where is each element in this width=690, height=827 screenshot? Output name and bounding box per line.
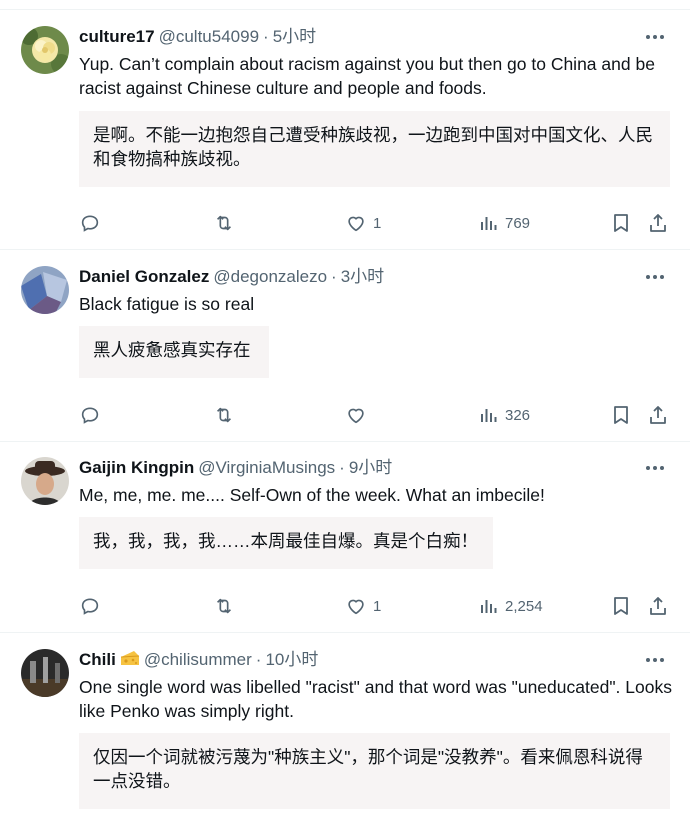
tweet-header: Chili @chilisummer · 10小时 — [79, 649, 630, 671]
display-name[interactable]: Daniel Gonzalez — [79, 267, 209, 286]
like-count: 1 — [373, 597, 382, 615]
views-count: 326 — [505, 406, 531, 424]
translation-box: 我，我，我，我……本周最佳自爆。真是个白痴！ — [79, 517, 493, 569]
like-button[interactable]: 1 — [345, 211, 381, 235]
views-count: 2,254 — [505, 597, 543, 615]
retweet-button[interactable] — [212, 594, 236, 618]
avatar[interactable] — [21, 649, 69, 697]
like-button[interactable] — [345, 403, 373, 427]
separator-dot: · — [331, 267, 337, 286]
retweet-icon — [216, 598, 232, 614]
reply-button[interactable] — [79, 594, 101, 618]
user-handle[interactable]: @cultu54099 — [159, 27, 259, 46]
separator-dot: · — [339, 458, 345, 477]
timestamp[interactable]: 10小时 — [265, 650, 318, 669]
user-handle[interactable]: @VirginiaMusings — [198, 458, 335, 477]
views-button[interactable]: 326 — [479, 403, 530, 427]
share-button[interactable] — [647, 211, 669, 235]
bookmark-icon — [614, 214, 628, 232]
views-button[interactable]: 2,254 — [479, 594, 543, 618]
tweet-actions: 326 — [0, 403, 690, 427]
more-icon[interactable] — [644, 26, 666, 48]
divider — [0, 249, 690, 250]
more-icon[interactable] — [644, 457, 666, 479]
display-name[interactable]: Chili — [79, 650, 116, 669]
timestamp[interactable]: 9小时 — [349, 458, 392, 477]
reply-icon — [81, 598, 99, 615]
separator-dot: · — [263, 27, 269, 46]
tweet-text: Black fatigue is so real — [79, 294, 255, 314]
heart-icon — [348, 408, 364, 424]
share-button[interactable] — [647, 594, 669, 618]
retweet-icon — [216, 215, 232, 231]
tweet-text: Yup. Can’t complain about racism against… — [79, 54, 655, 98]
cheese-emoji-icon — [120, 649, 140, 673]
share-icon — [650, 597, 666, 615]
share-icon — [650, 214, 666, 232]
like-count: 1 — [373, 214, 382, 232]
avatar[interactable] — [21, 26, 69, 74]
divider — [0, 441, 690, 442]
display-name[interactable]: culture17 — [79, 27, 155, 46]
divider — [0, 9, 690, 10]
share-icon — [650, 406, 666, 424]
views-button[interactable]: 769 — [479, 211, 530, 235]
translation-box: 仅因一个词就被污蔑为"种族主义"，那个词是"没教养"。看来佩恩科说得一点没错。 — [79, 733, 670, 809]
reply-icon — [81, 407, 99, 424]
tweet-text: Me, me, me. me.... Self-Own of the week.… — [79, 485, 545, 505]
reply-button[interactable] — [79, 211, 101, 235]
display-name[interactable]: Gaijin Kingpin — [79, 458, 194, 477]
translation-box: 是啊。不能一边抱怨自己遭受种族歧视，一边跑到中国对中国文化、人民和食物搞种族歧视… — [79, 111, 670, 187]
views-count: 769 — [505, 214, 531, 232]
views-icon — [481, 409, 497, 422]
bookmark-button[interactable] — [611, 211, 631, 235]
heart-icon — [348, 216, 364, 232]
views-icon — [481, 600, 497, 613]
timestamp[interactable]: 5小时 — [273, 27, 316, 46]
tweet-header: Daniel Gonzalez @degonzalezo · 3小时 — [79, 266, 630, 288]
avatar[interactable] — [21, 457, 69, 505]
tweet-actions: 1 769 — [0, 211, 690, 235]
timestamp[interactable]: 3小时 — [341, 267, 384, 286]
tweet-actions: 1 2,254 — [0, 594, 690, 618]
share-button[interactable] — [647, 403, 669, 427]
like-button[interactable]: 1 — [345, 594, 381, 618]
bookmark-icon — [614, 406, 628, 424]
heart-icon — [348, 599, 364, 615]
bookmark-button[interactable] — [611, 403, 631, 427]
tweet-feed: culture17 @cultu54099 · 5小时 Yup. Can’t comp… — [0, 0, 690, 827]
bookmark-button[interactable] — [611, 594, 631, 618]
translation-box: 黑人疲惫感真实存在 — [79, 326, 269, 378]
divider — [0, 632, 690, 633]
bookmark-icon — [614, 597, 628, 615]
retweet-icon — [216, 407, 232, 423]
avatar[interactable] — [21, 266, 69, 314]
reply-icon — [81, 215, 99, 232]
tweet-header: Gaijin Kingpin @VirginiaMusings · 9小时 — [79, 457, 630, 479]
user-handle[interactable]: @degonzalezo — [213, 267, 327, 286]
views-icon — [481, 217, 497, 230]
separator-dot: · — [255, 650, 262, 669]
tweet-header: culture17 @cultu54099 · 5小时 — [79, 26, 630, 48]
retweet-button[interactable] — [212, 211, 236, 235]
tweet-text: One single word was libelled "racist" an… — [79, 677, 672, 721]
more-icon[interactable] — [644, 649, 666, 671]
reply-button[interactable] — [79, 403, 101, 427]
retweet-button[interactable] — [212, 403, 236, 427]
user-handle[interactable]: @chilisummer — [144, 650, 252, 669]
more-icon[interactable] — [644, 266, 666, 288]
